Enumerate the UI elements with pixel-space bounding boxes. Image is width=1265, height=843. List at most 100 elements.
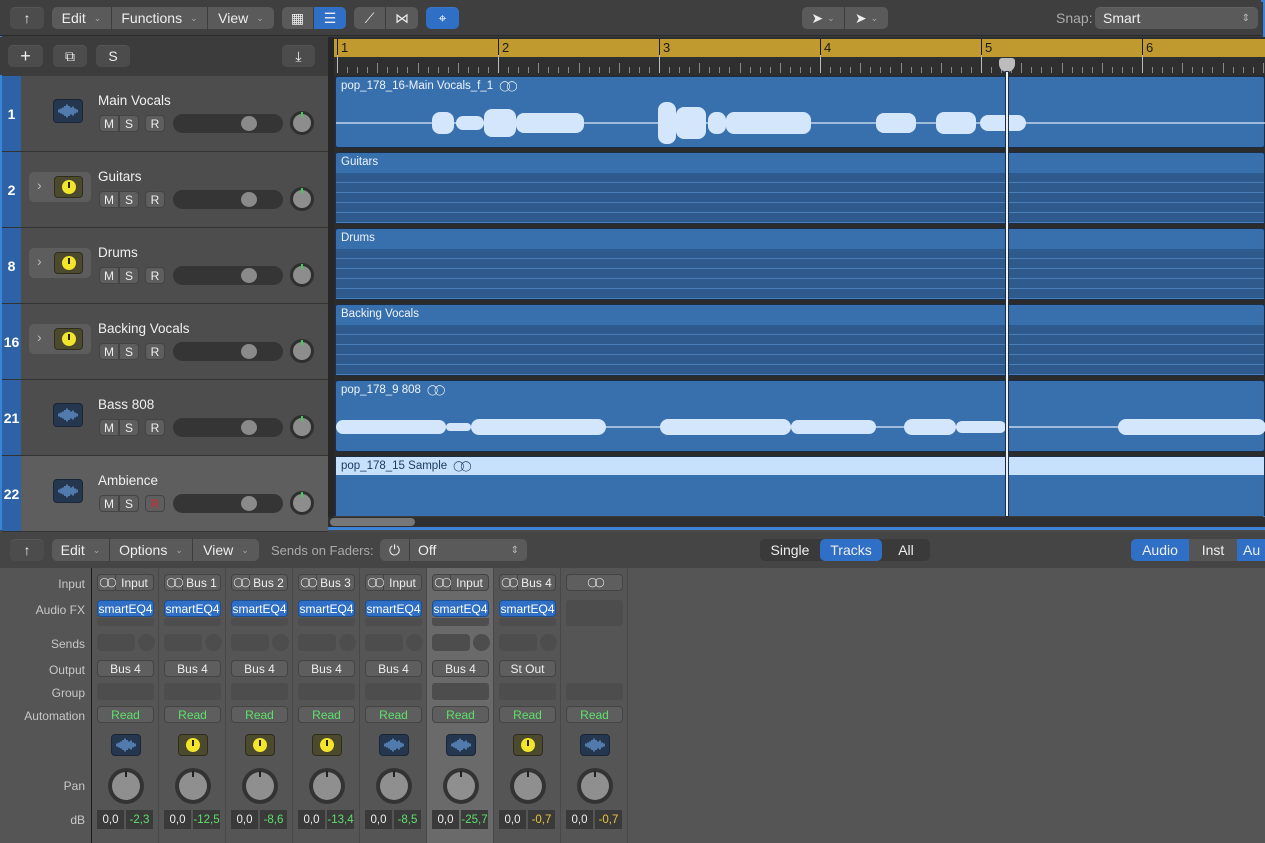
grid-icon[interactable]: ▦ [282, 7, 314, 29]
send-slot[interactable] [432, 634, 470, 651]
group-slot[interactable] [97, 683, 154, 700]
edit-menu[interactable]: Edit ⌄ [52, 7, 112, 29]
group-slot[interactable] [566, 683, 623, 700]
audio-fx-plugin[interactable]: smartEQ4 [231, 600, 288, 617]
automation-mode[interactable]: Read [231, 706, 288, 723]
group-slot[interactable] [298, 683, 355, 700]
input-slot[interactable]: ◯◯ [566, 574, 623, 591]
volume-slider[interactable] [173, 190, 283, 209]
snap-select[interactable]: Smart ⇕ [1095, 7, 1258, 29]
audio-fx-plugin[interactable]: smartEQ4 [164, 600, 221, 617]
solo-button[interactable]: S [119, 419, 139, 436]
volume-slider[interactable] [173, 114, 283, 133]
instrument-icon[interactable] [513, 734, 543, 756]
send-level-knob[interactable] [205, 634, 222, 651]
track-header[interactable]: 22 Ambience M S R [2, 456, 328, 532]
send-level-knob[interactable] [138, 634, 155, 651]
instrument-icon[interactable] [312, 734, 342, 756]
record-enable-button[interactable]: R [145, 343, 165, 360]
db-value[interactable]: -0,7 [595, 810, 622, 829]
mute-button[interactable]: M [99, 343, 119, 360]
track-header[interactable]: 8 › Drums M S R [2, 228, 328, 304]
mixer-back-icon[interactable]: ↑ [10, 539, 44, 561]
db-value[interactable]: -2,3 [126, 810, 153, 829]
input-slot[interactable]: ◯◯ Bus 2 [231, 574, 288, 591]
db-value[interactable]: -13,4 [327, 810, 354, 829]
db-value[interactable]: -8,6 [260, 810, 287, 829]
audio-fx-plugin[interactable]: smartEQ4 [499, 600, 556, 617]
track-stack-folder[interactable]: › [29, 324, 91, 354]
volume-slider-thumb[interactable] [241, 116, 257, 131]
region[interactable]: Drums [335, 228, 1265, 300]
disclosure-icon[interactable]: › [37, 329, 42, 345]
db-value[interactable]: -25,7 [461, 810, 488, 829]
add-track-button[interactable]: + [8, 45, 43, 67]
group-slot[interactable] [231, 683, 288, 700]
stereo-link-icon[interactable]: ◯◯ [366, 575, 385, 590]
download-icon[interactable]: ⤓ [282, 45, 315, 67]
audio-fx-empty-slot[interactable] [298, 618, 355, 626]
automation-mode[interactable]: Read [432, 706, 489, 723]
crossfade-icon[interactable]: ⋈ [386, 7, 418, 29]
mixer-options-menu[interactable]: Options ⌄ [110, 539, 193, 561]
input-slot[interactable]: ◯◯ Bus 4 [499, 574, 556, 591]
disclosure-icon[interactable]: › [37, 253, 42, 269]
pan-value[interactable]: 0,0 [231, 810, 258, 829]
track-name[interactable]: Guitars [98, 169, 142, 184]
solo-button[interactable]: S [119, 267, 139, 284]
send-level-knob[interactable] [406, 634, 423, 651]
pan-value[interactable]: 0,0 [365, 810, 392, 829]
pan-knob[interactable] [577, 768, 613, 804]
duplicate-track-icon[interactable]: ⧉ [53, 45, 87, 67]
horizontal-scrollbar[interactable] [328, 517, 1265, 527]
region[interactable]: Guitars [335, 152, 1265, 224]
audio-waveform-icon[interactable] [111, 734, 141, 756]
record-enable-button[interactable]: R [145, 191, 165, 208]
pan-value[interactable]: 0,0 [97, 810, 124, 829]
input-slot[interactable]: ◯◯ Input [365, 574, 422, 591]
db-value[interactable]: -12,5 [193, 810, 220, 829]
send-level-knob[interactable] [339, 634, 356, 651]
pan-knob[interactable] [290, 187, 314, 211]
instrument-icon[interactable] [178, 734, 208, 756]
region[interactable]: pop_178_16-Main Vocals_f_1 ◯◯ [335, 76, 1265, 148]
stereo-link-icon[interactable]: ◯◯ [165, 575, 184, 590]
input-slot[interactable]: ◯◯ Input [97, 574, 154, 591]
disclosure-icon[interactable]: › [37, 177, 42, 193]
send-slot[interactable] [164, 634, 202, 651]
stereo-link-icon[interactable]: ◯◯ [567, 575, 622, 590]
audio-waveform-icon[interactable] [53, 99, 83, 123]
group-slot[interactable] [365, 683, 422, 700]
output-slot[interactable]: Bus 4 [365, 660, 422, 677]
send-level-knob[interactable] [540, 634, 557, 651]
audio-fx-plugin[interactable]: smartEQ4 [298, 600, 355, 617]
output-slot[interactable]: Bus 4 [97, 660, 154, 677]
region[interactable]: pop_178_9 808 ◯◯ [335, 380, 1265, 452]
volume-slider[interactable] [173, 342, 283, 361]
pan-value[interactable]: 0,0 [566, 810, 593, 829]
track-name[interactable]: Bass 808 [98, 397, 154, 412]
power-icon[interactable]: ⏻ [380, 539, 410, 561]
automation-mode[interactable]: Read [97, 706, 154, 723]
send-level-knob[interactable] [272, 634, 289, 651]
pan-knob[interactable] [108, 768, 144, 804]
output-slot[interactable]: St Out [499, 660, 556, 677]
stereo-link-icon[interactable]: ◯◯ [433, 575, 452, 590]
back-icon[interactable]: ↑ [10, 7, 44, 29]
channel-strip[interactable]: ◯◯ Input smartEQ4 Bus 4 Read 0,0 -2,3 [92, 568, 159, 843]
input-slot[interactable]: ◯◯ Bus 1 [164, 574, 221, 591]
pan-knob[interactable] [443, 768, 479, 804]
functions-menu[interactable]: Functions ⌄ [112, 7, 208, 29]
channel-strip[interactable]: ◯◯ Bus 3 smartEQ4 Bus 4 Read 0,0 -13,4 [293, 568, 360, 843]
tab-tracks[interactable]: Tracks [820, 539, 882, 561]
instrument-icon[interactable] [245, 734, 275, 756]
channel-strip[interactable]: ◯◯ Bus 4 smartEQ4 St Out Read 0,0 -0,7 [494, 568, 561, 843]
tab-all[interactable]: All [882, 539, 930, 561]
input-slot[interactable]: ◯◯ Input [432, 574, 489, 591]
pointer-tool-icon[interactable]: ➤ ⌄ [802, 7, 845, 29]
global-solo-button[interactable]: S [96, 45, 130, 67]
audio-fx-empty-slot[interactable] [365, 618, 422, 626]
list-icon[interactable]: ☰ [314, 7, 346, 29]
pan-knob[interactable] [290, 111, 314, 135]
mute-button[interactable]: M [99, 267, 119, 284]
